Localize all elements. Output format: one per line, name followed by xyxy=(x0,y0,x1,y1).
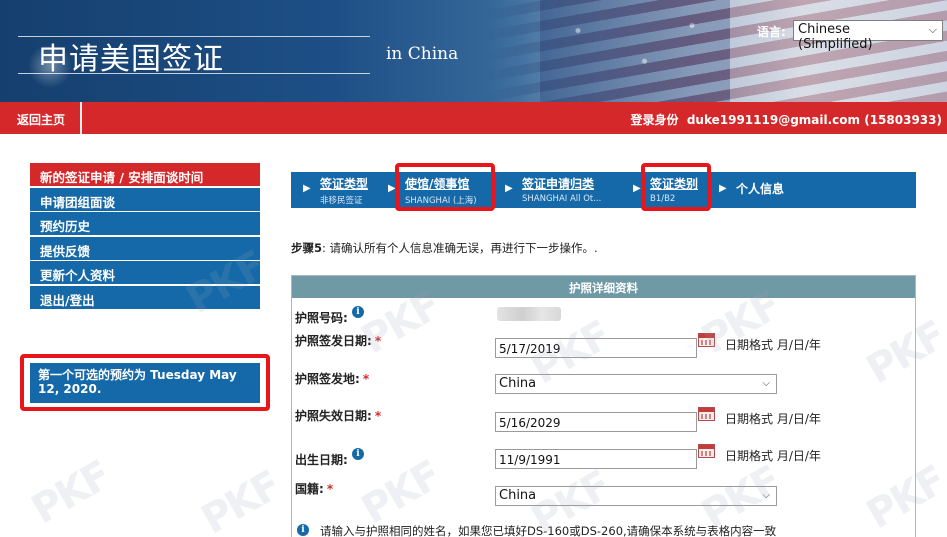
login-account: duke1991119@gmail.com (15803933) xyxy=(686,113,942,127)
calendar-icon[interactable] xyxy=(698,407,715,421)
step-title: 个人信息 xyxy=(736,182,785,196)
calendar-icon[interactable] xyxy=(698,444,715,458)
issue-date-label: 护照签发日期: * xyxy=(295,334,382,348)
top-nav-bar: 返回主页 登录身份 duke1991119@gmail.com (1580393… xyxy=(0,102,947,134)
section-title: 护照详细资料 xyxy=(292,276,915,298)
passport-details-section: 护照详细资料 护照号码: i 护照签发日期: * 5/17/2019 日期格式 月… xyxy=(291,275,916,537)
expiry-date-label: 护照失效日期: * xyxy=(295,409,382,423)
date-format-hint: 日期格式 月/日/年 xyxy=(725,412,821,426)
passport-number-label: 护照号码: xyxy=(295,311,348,325)
step-arrow-icon: ▶ xyxy=(633,183,641,194)
site-title: 申请美国签证 xyxy=(38,42,224,77)
issue-place-label: 护照签发地: * xyxy=(295,372,370,386)
language-selected-value: Chinese (Simplified) xyxy=(798,22,873,52)
chevron-down-icon: ⌵ xyxy=(928,23,937,36)
step-visa-category-group[interactable]: ▶ 签证申请归类 SHANGHAI All Ot... xyxy=(505,172,602,204)
sidebar-nav: 新的签证申请 / 安排面谈时间 申请团组面谈 预约历史 提供反馈 更新个人资料 … xyxy=(30,163,260,310)
info-icon[interactable]: i xyxy=(352,306,364,318)
step-arrow-icon: ▶ xyxy=(303,183,311,194)
highlight-box-visa-class xyxy=(641,163,711,211)
birth-date-input[interactable]: 11/9/1991 xyxy=(495,449,697,469)
chevron-down-icon: ⌵ xyxy=(762,490,770,501)
step-title: 签证类型 xyxy=(320,177,369,191)
step-visa-type[interactable]: ▶ 签证类型 非移民签证 xyxy=(303,172,369,206)
nationality-select[interactable]: China ⌵ xyxy=(495,486,777,506)
step-number: 步骤5 xyxy=(291,241,323,255)
calendar-icon[interactable] xyxy=(698,333,715,347)
sidebar-item-appointment-history[interactable]: 预约历史 xyxy=(30,212,260,235)
chevron-down-icon: ⌵ xyxy=(762,378,770,389)
date-format-hint: 日期格式 月/日/年 xyxy=(725,449,821,463)
step-subtitle: SHANGHAI All Ot... xyxy=(522,194,602,204)
passport-number-value-redacted xyxy=(497,307,561,321)
progress-steps: ▶ 签证类型 非移民签证 ▶ 使馆/领事馆 SHANGHAI (上海) ▶ 签证… xyxy=(291,172,916,208)
sidebar-item-group-interview[interactable]: 申请团组面谈 xyxy=(30,187,260,211)
flag-stripes-decoration xyxy=(487,0,947,102)
expiry-date-input[interactable]: 5/16/2029 xyxy=(495,412,697,432)
sidebar-item-logout[interactable]: 退出/登出 xyxy=(30,285,260,309)
header-banner: 申请美国签证 in China 语言: Chinese (Simplified)… xyxy=(0,0,947,102)
sidebar-item-feedback[interactable]: 提供反馈 xyxy=(30,236,260,260)
watermark: PKF xyxy=(193,462,288,537)
step-subtitle: 非移民签证 xyxy=(320,196,363,206)
language-label: 语言: xyxy=(757,25,786,39)
info-icon[interactable]: i xyxy=(352,448,364,460)
date-format-hint: 日期格式 月/日/年 xyxy=(725,338,821,352)
issue-place-select[interactable]: China ⌵ xyxy=(495,374,777,394)
step-instruction: 步骤5: 请确认所有个人信息准确无误，再进行下一步操作。. xyxy=(291,240,598,256)
instruction-text: : 请确认所有个人信息准确无误，再进行下一步操作。. xyxy=(322,241,598,255)
step-arrow-icon: ▶ xyxy=(505,183,513,194)
issue-date-input[interactable]: 5/17/2019 xyxy=(495,338,697,358)
birth-date-label: 出生日期: xyxy=(295,453,348,467)
step-arrow-icon: ▶ xyxy=(719,183,727,194)
highlight-box-appointment xyxy=(20,354,270,411)
site-subtitle: in China xyxy=(386,44,459,64)
nationality-label: 国籍: * xyxy=(295,482,334,496)
home-link[interactable]: 返回主页 xyxy=(0,102,82,134)
info-icon: i xyxy=(297,524,309,536)
step-title: 签证申请归类 xyxy=(522,177,595,191)
language-select[interactable]: Chinese (Simplified) ⌵ xyxy=(793,20,943,52)
watermark: PKF xyxy=(23,452,118,534)
highlight-box-embassy xyxy=(395,163,495,211)
sidebar-item-update-profile[interactable]: 更新个人资料 xyxy=(30,261,260,284)
name-note: 请输入与护照相同的姓名，如果您已填好DS-160或DS-260,请确保本系统与表… xyxy=(320,524,777,537)
login-info: 登录身份 duke1991119@gmail.com (15803933) xyxy=(630,111,942,128)
login-label: 登录身份 xyxy=(630,113,679,127)
step-personal-info: ▶ 个人信息 xyxy=(719,172,785,197)
sidebar-item-new-application[interactable]: 新的签证申请 / 安排面谈时间 xyxy=(30,163,260,186)
